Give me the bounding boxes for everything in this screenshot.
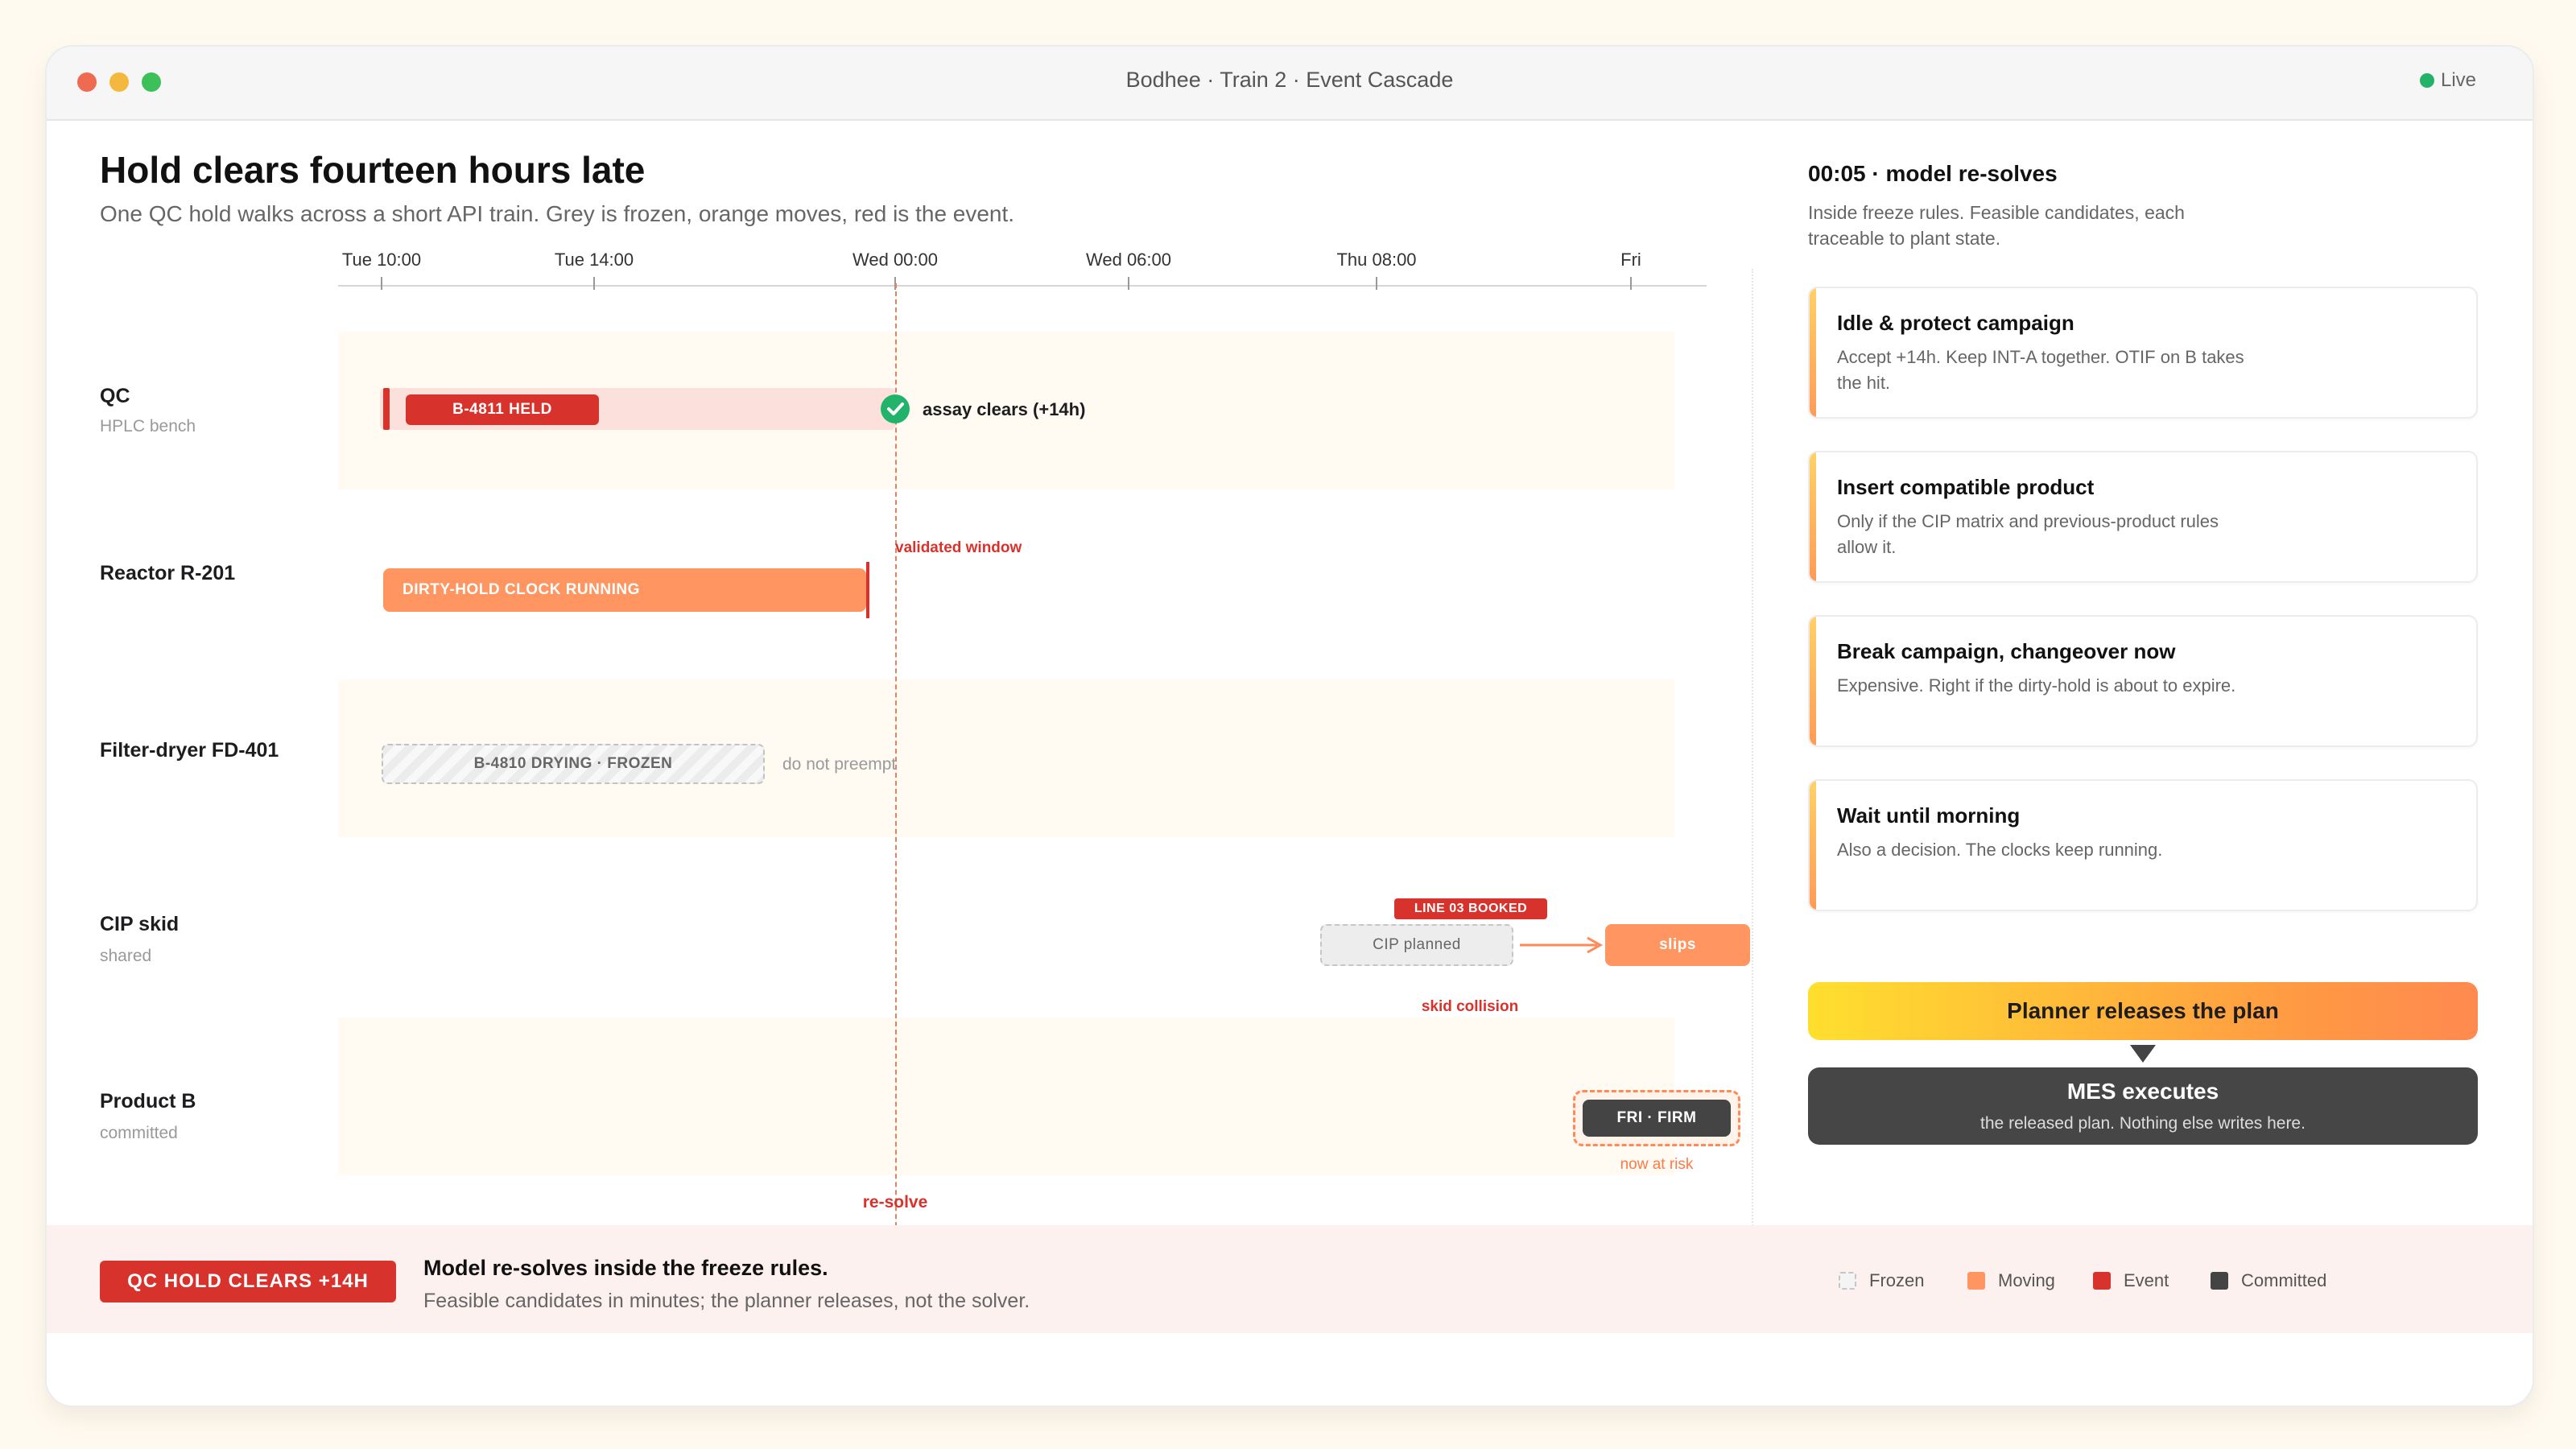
- card-title: Wait until morning: [1837, 803, 2021, 828]
- legend-swatch-frozen: [1839, 1272, 1856, 1290]
- row-band-product-b: [338, 1018, 1674, 1175]
- re-solve-label: re-solve: [862, 1193, 928, 1212]
- row-sub-qc: HPLC bench: [100, 417, 196, 436]
- live-status-label: Live: [2440, 69, 2476, 91]
- title-bar: Bodhee · Train 2 · Event Cascade Live: [47, 47, 2533, 121]
- card-title: Break campaign, changeover now: [1837, 639, 2176, 663]
- legend-item-event: Event: [2093, 1270, 2169, 1291]
- tick-label-fri: Fri: [1620, 250, 1641, 270]
- footer-bar: QC HOLD CLEARS +14H Model re-solves insi…: [47, 1225, 2533, 1333]
- legend-label-committed: Committed: [2241, 1270, 2327, 1290]
- cip-slips-label: slips: [1659, 936, 1696, 953]
- frozen-drying-bar[interactable]: B-4810 DRYING · FROZEN: [382, 744, 765, 784]
- mes-title: MES executes: [2066, 1079, 2219, 1104]
- app-window: Bodhee · Train 2 · Event Cascade Live Ho…: [45, 45, 2534, 1407]
- cip-slips-bar[interactable]: slips: [1605, 924, 1750, 966]
- page-subtitle: One QC hold walks across a short API tra…: [100, 201, 1015, 226]
- row-label-reactor: Reactor R-201: [100, 562, 236, 584]
- dirty-hold-bar[interactable]: DIRTY-HOLD CLOCK RUNNING: [383, 568, 866, 612]
- mes-subtitle: the released plan. Nothing else writes h…: [1980, 1114, 2306, 1133]
- frozen-drying-bar-label: B-4810 DRYING · FROZEN: [473, 755, 673, 772]
- check-icon-glyph: [887, 402, 904, 415]
- card-title: Idle & protect campaign: [1837, 311, 2074, 335]
- candidate-card-wait-morning[interactable]: Wait until morning Also a decision. The …: [1808, 779, 2478, 911]
- footer-subtitle: Feasible candidates in minutes; the plan…: [423, 1290, 1030, 1312]
- legend-label-frozen: Frozen: [1869, 1270, 1925, 1290]
- legend-swatch-event: [2093, 1272, 2111, 1290]
- tick-mark: [381, 277, 382, 290]
- row-sub-cip: shared: [100, 947, 152, 965]
- page-title: Hold clears fourteen hours late: [100, 149, 646, 191]
- legend-swatch-moving: [1967, 1272, 1985, 1290]
- row-label-product-b: Product B: [100, 1090, 196, 1113]
- tick-label-thu-0800: Thu 08:00: [1336, 250, 1417, 270]
- dirty-hold-bar-label: DIRTY-HOLD CLOCK RUNNING: [402, 581, 640, 598]
- fri-firm-label: FRI · FIRM: [1616, 1109, 1697, 1126]
- release-plan-button[interactable]: Planner releases the plan: [1808, 982, 2478, 1040]
- arrow-right-icon: [1520, 936, 1604, 954]
- tick-mark: [1630, 277, 1632, 290]
- legend-item-moving: Moving: [1967, 1270, 2055, 1291]
- card-accent: [1810, 781, 1816, 910]
- triangle-down-icon: [2130, 1045, 2156, 1063]
- row-sub-product-b: committed: [100, 1124, 178, 1142]
- candidate-card-idle-protect[interactable]: Idle & protect campaign Accept +14h. Kee…: [1808, 287, 2478, 419]
- legend-item-committed: Committed: [2211, 1270, 2326, 1291]
- cip-planned-label: CIP planned: [1373, 936, 1461, 953]
- live-dot-icon: [2419, 73, 2434, 88]
- row-label-qc: QC: [100, 385, 130, 407]
- candidate-card-break-campaign[interactable]: Break campaign, changeover now Expensive…: [1808, 615, 2478, 747]
- card-description: Only if the CIP matrix and previous-prod…: [1837, 511, 2219, 557]
- qc-held-bar[interactable]: B-4811 HELD: [406, 394, 599, 425]
- tick-mark: [593, 277, 595, 290]
- panel-title: 00:05 · model re-solves: [1808, 161, 2058, 186]
- event-badge: QC HOLD CLEARS +14H: [100, 1261, 396, 1302]
- time-axis: [338, 285, 1707, 287]
- validated-window-limit: [866, 562, 869, 618]
- card-description: Expensive. Right if the dirty-hold is ab…: [1837, 675, 2236, 696]
- tick-label-wed-0000: Wed 00:00: [852, 250, 939, 270]
- card-accent: [1810, 288, 1816, 417]
- row-label-cip: CIP skid: [100, 913, 180, 935]
- tick-label-wed-0600: Wed 06:00: [1085, 250, 1172, 270]
- line-03-booked-badge: LINE 03 BOOKED: [1394, 898, 1547, 919]
- window-title: Bodhee · Train 2 · Event Cascade: [1125, 68, 1454, 92]
- event-marker-line: [895, 283, 897, 1267]
- panel-divider: [1752, 269, 1753, 1235]
- assay-clears-note: assay clears (+14h): [923, 399, 1086, 419]
- line-03-booked-label: LINE 03 BOOKED: [1414, 902, 1528, 915]
- tick-mark: [1376, 277, 1377, 290]
- validated-window-note: validated window: [895, 539, 1022, 556]
- card-description: Accept +14h. Keep INT-A together. OTIF o…: [1837, 347, 2244, 393]
- row-label-filter-dryer: Filter-dryer FD-401: [100, 739, 279, 762]
- legend-label-moving: Moving: [1998, 1270, 2055, 1290]
- fri-firm-bar[interactable]: FRI · FIRM: [1583, 1100, 1731, 1137]
- card-title: Insert compatible product: [1837, 475, 2095, 499]
- mes-executes-box: MES executes the released plan. Nothing …: [1808, 1067, 2478, 1145]
- legend-label-event: Event: [2124, 1270, 2169, 1290]
- now-at-risk-note: now at risk: [1620, 1156, 1694, 1173]
- card-accent: [1810, 452, 1816, 581]
- qc-hold-start-marker: [383, 388, 390, 430]
- card-description: Also a decision. The clocks keep running…: [1837, 840, 2163, 860]
- candidate-card-insert-product[interactable]: Insert compatible product Only if the CI…: [1808, 451, 2478, 583]
- tick-mark: [1128, 277, 1129, 290]
- legend-swatch-committed: [2211, 1272, 2228, 1290]
- skid-collision-note: skid collision: [1421, 998, 1519, 1015]
- footer-title: Model re-solves inside the freeze rules.: [423, 1256, 828, 1280]
- panel-subtitle: Inside freeze rules. Feasible candidates…: [1808, 202, 2185, 249]
- tick-label-tue-1400: Tue 14:00: [554, 250, 634, 270]
- legend-item-frozen: Frozen: [1839, 1270, 1924, 1291]
- do-not-preempt-note: do not preempt: [782, 755, 897, 774]
- live-status: Live: [2419, 69, 2476, 92]
- check-icon: [881, 394, 910, 423]
- card-accent: [1810, 617, 1816, 745]
- qc-held-bar-label: B-4811 HELD: [452, 401, 552, 418]
- tick-label-tue-1000: Tue 10:00: [341, 250, 422, 270]
